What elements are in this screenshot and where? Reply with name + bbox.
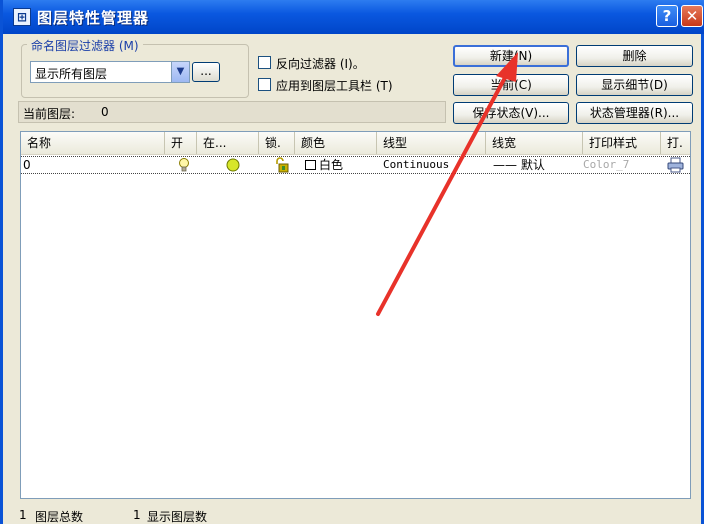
current-layer-display: 当前图层: 0 (18, 101, 446, 123)
column-header-lineweight[interactable]: 线宽 (486, 132, 583, 154)
filter-more-button[interactable]: ... (192, 62, 220, 82)
filter-select[interactable]: 显示所有图层 ▼ (30, 61, 190, 83)
total-layer-count: 1 (19, 508, 27, 522)
delete-layer-button[interactable]: 删除 (576, 45, 693, 67)
layer-row[interactable]: 0 白色 Continuous —— 默认 Color_7 (21, 156, 690, 174)
column-header-freeze[interactable]: 在... (197, 132, 259, 154)
layer-list-header: 名称 开 在... 锁. 颜色 线型 线宽 打印样式 打. (21, 132, 690, 155)
window-title: 图层特性管理器 (37, 9, 150, 27)
printer-icon[interactable] (667, 157, 685, 173)
invert-filter-checkbox[interactable] (258, 56, 271, 69)
set-current-button[interactable]: 当前(C) (453, 74, 569, 96)
layer-color[interactable]: 白色 (319, 157, 343, 173)
shown-layer-count: 1 (133, 508, 141, 522)
column-header-lock[interactable]: 锁. (259, 132, 295, 154)
apply-to-toolbar-checkbox[interactable] (258, 78, 271, 91)
current-layer-label: 当前图层: (23, 107, 76, 121)
layer-app-icon: ⊞ (13, 8, 31, 26)
shown-layer-label: 显示图层数 (147, 510, 208, 524)
lightbulb-icon[interactable] (177, 157, 191, 173)
chevron-down-icon[interactable]: ▼ (171, 62, 189, 82)
layer-lineweight[interactable]: —— 默认 (493, 157, 545, 173)
total-layer-label: 图层总数 (35, 510, 84, 524)
column-header-color[interactable]: 颜色 (295, 132, 377, 154)
invert-filter-label: 反向过滤器 (I)。 (276, 57, 365, 71)
new-layer-button[interactable]: 新建(N) (453, 45, 569, 67)
save-state-button[interactable]: 保存状态(V)... (453, 102, 569, 124)
title-bar[interactable]: ⊞ 图层特性管理器 ? ✕ (3, 0, 704, 34)
apply-to-toolbar-label: 应用到图层工具栏 (T) (276, 79, 393, 93)
layer-plot-style: Color_7 (583, 158, 630, 171)
layer-linetype[interactable]: Continuous (383, 157, 449, 173)
layer-list[interactable]: 名称 开 在... 锁. 颜色 线型 线宽 打印样式 打. 0 白色 Conti… (20, 131, 691, 499)
invert-filter-option[interactable]: 反向过滤器 (I)。 (258, 55, 443, 71)
close-button[interactable]: ✕ (681, 5, 703, 27)
state-manager-button[interactable]: 状态管理器(R)... (576, 102, 693, 124)
help-button[interactable]: ? (656, 5, 678, 27)
sun-icon[interactable] (225, 157, 241, 173)
column-header-name[interactable]: 名称 (21, 132, 165, 154)
color-swatch[interactable] (305, 160, 316, 170)
layer-name: 0 (23, 158, 31, 172)
unlock-icon[interactable] (273, 157, 291, 173)
column-header-plot[interactable]: 打. (661, 132, 690, 154)
filter-select-value: 显示所有图层 (35, 67, 108, 81)
current-layer-value: 0 (101, 105, 109, 119)
status-bar: 1 图层总数 1 显示图层数 (3, 508, 704, 524)
show-details-button[interactable]: 显示细节(D) (576, 74, 693, 96)
column-header-linetype[interactable]: 线型 (377, 132, 486, 154)
apply-to-toolbar-option[interactable]: 应用到图层工具栏 (T) (258, 77, 443, 93)
column-header-plot-style[interactable]: 打印样式 (583, 132, 661, 154)
layer-properties-window: ⊞ 图层特性管理器 ? ✕ 命名图层过滤器 (M) 显示所有图层 ▼ ... 反… (0, 0, 704, 524)
column-header-on[interactable]: 开 (165, 132, 197, 154)
named-filter-label: 命名图层过滤器 (M) (27, 37, 143, 54)
